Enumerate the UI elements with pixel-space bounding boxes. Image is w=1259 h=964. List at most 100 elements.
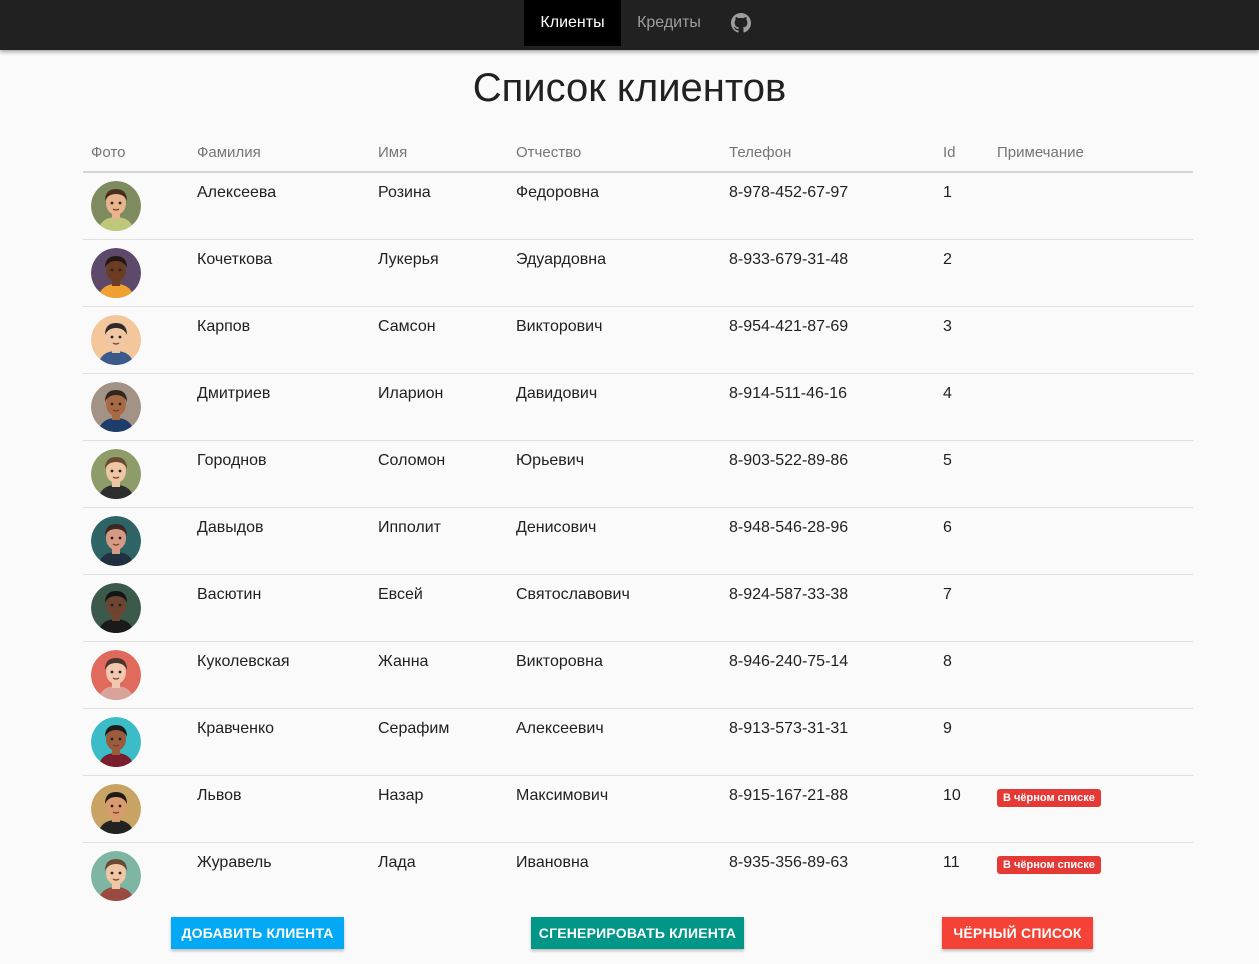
id-cell: 6 bbox=[935, 507, 989, 575]
first-name-cell: Лада bbox=[378, 853, 416, 871]
photo-cell bbox=[83, 373, 189, 441]
phone-cell: 8-933-679-31-48 bbox=[721, 239, 935, 307]
column-header-last-name[interactable]: Фамилия bbox=[189, 134, 370, 173]
middle-name-cell: Алексеевич bbox=[508, 708, 721, 776]
phone-cell: 8-903-522-89-86 bbox=[721, 440, 935, 508]
middle-name-cell: Денисович bbox=[508, 507, 721, 575]
add-client-button[interactable]: Добавить клиента bbox=[171, 917, 344, 949]
table-row[interactable]: Городнов Соломон Юрьевич 8-903-522-89-86 5 bbox=[83, 440, 1193, 508]
first-name-cell: Ипполит bbox=[370, 507, 508, 575]
generate-client-button[interactable]: Сгенерировать клиента bbox=[531, 917, 744, 949]
table-row[interactable]: Давыдов Ипполит Денисович 8-948-546-28-96 6 bbox=[83, 507, 1193, 575]
table-row[interactable]: Дмитриев Иларион Давидович 8-914-511-46-16 4 bbox=[83, 373, 1193, 441]
page-title: Список клиентов bbox=[472, 66, 787, 110]
photo-cell bbox=[83, 775, 189, 843]
last-name-cell: Алексеева bbox=[189, 172, 370, 240]
first-name-cell: Самсон bbox=[370, 306, 508, 374]
last-name-cell: Дмитриев bbox=[189, 373, 370, 441]
photo-cell bbox=[83, 574, 189, 642]
avatar bbox=[91, 515, 141, 566]
phone-cell: 8-954-421-87-69 bbox=[721, 306, 935, 374]
photo-cell bbox=[83, 507, 189, 575]
top-navbar: Клиенты Кредиты bbox=[0, 0, 1259, 50]
last-name-cell: Кочеткова bbox=[189, 239, 370, 307]
phone-cell: 8-946-240-75-14 bbox=[721, 641, 935, 709]
note-cell bbox=[989, 641, 1193, 709]
table-row[interactable]: Львов Назар Максимович 8-915-167-21-88 10 В ч… bbox=[83, 775, 1193, 843]
nav-clients-link[interactable]: Клиенты bbox=[524, 0, 621, 46]
avatar bbox=[91, 448, 141, 499]
id-cell: 2 bbox=[935, 239, 989, 307]
table-row[interactable]: Журавель Лада Ивановна 8-935-356-89-63 11 В ч… bbox=[83, 842, 1193, 909]
photo-cell bbox=[83, 239, 189, 307]
column-header-phone[interactable]: Телефон bbox=[721, 134, 935, 173]
phone-cell: 8-948-546-28-96 bbox=[721, 507, 935, 575]
phone-cell: 8-978-452-67-97 bbox=[721, 172, 935, 240]
last-name-cell: Васютин bbox=[189, 574, 370, 642]
avatar bbox=[91, 247, 141, 298]
middle-name-cell: Эдуардовна bbox=[508, 239, 721, 307]
clients-table: Фото Фамилия Имя Отчество Телефон Id При… bbox=[83, 134, 1193, 909]
first-name-cell: Назар bbox=[370, 775, 508, 843]
table-row[interactable]: Карпов Самсон Викторович 8-954-421-87-69 3 bbox=[83, 306, 1193, 374]
note-cell bbox=[989, 507, 1193, 575]
last-name-cell: Куколевская bbox=[189, 641, 370, 709]
photo-cell bbox=[83, 440, 189, 508]
table-header-row: Фото Фамилия Имя Отчество Телефон Id При… bbox=[83, 134, 1193, 173]
note-cell bbox=[989, 574, 1193, 642]
column-header-photo[interactable]: Фото bbox=[83, 134, 189, 173]
photo-cell bbox=[83, 306, 189, 374]
phone-cell: 8-914-511-46-16 bbox=[721, 373, 935, 441]
last-name-cell: Журавель bbox=[197, 853, 272, 871]
table-row[interactable]: Куколевская Жанна Викторовна 8-946-240-75-1… bbox=[83, 641, 1193, 709]
id-cell: 5 bbox=[935, 440, 989, 508]
column-header-note[interactable]: Примечание bbox=[989, 134, 1193, 173]
table-row[interactable]: Кочеткова Лукерья Эдуардовна 8-933-679-31-4… bbox=[83, 239, 1193, 307]
first-name-cell: Лукерья bbox=[370, 239, 508, 307]
avatar bbox=[91, 649, 141, 700]
id-cell: 8 bbox=[935, 641, 989, 709]
phone-cell: 8-915-167-21-88 bbox=[721, 775, 935, 843]
phone-cell: 8-935-356-89-63 bbox=[729, 853, 849, 871]
avatar bbox=[91, 314, 141, 365]
phone-cell: 8-924-587-33-38 bbox=[721, 574, 935, 642]
nav-credits-link[interactable]: Кредиты bbox=[621, 0, 717, 46]
phone-cell: 8-913-573-31-31 bbox=[721, 708, 935, 776]
id-cell: 11 bbox=[943, 853, 960, 871]
middle-name-cell: Святославович bbox=[508, 574, 721, 642]
column-header-first-name[interactable]: Имя bbox=[370, 134, 508, 173]
column-header-middle-name[interactable]: Отчество bbox=[508, 134, 721, 173]
blacklist-button[interactable]: Чёрный список bbox=[942, 917, 1093, 949]
id-cell: 9 bbox=[935, 708, 989, 776]
note-cell bbox=[989, 172, 1193, 240]
last-name-cell: Кравченко bbox=[189, 708, 370, 776]
avatar bbox=[91, 381, 141, 432]
github-icon[interactable] bbox=[722, 0, 760, 46]
last-name-cell: Львов bbox=[189, 775, 370, 843]
photo-cell bbox=[83, 172, 189, 240]
first-name-cell: Иларион bbox=[370, 373, 508, 441]
avatar bbox=[91, 850, 141, 901]
last-name-cell: Городнов bbox=[189, 440, 370, 508]
id-cell: 10 bbox=[935, 775, 989, 843]
first-name-cell: Розина bbox=[370, 172, 508, 240]
middle-name-cell: Викторовна bbox=[508, 641, 721, 709]
column-header-id[interactable]: Id bbox=[935, 134, 989, 173]
table-row[interactable]: Васютин Евсей Святославович 8-924-587-33-38… bbox=[83, 574, 1193, 642]
last-name-cell: Давыдов bbox=[189, 507, 370, 575]
middle-name-cell: Федоровна bbox=[508, 172, 721, 240]
photo-cell bbox=[83, 708, 189, 776]
photo-cell bbox=[83, 641, 189, 709]
avatar bbox=[91, 582, 141, 633]
table-row[interactable]: Кравченко Серафим Алексеевич 8-913-573-31-3… bbox=[83, 708, 1193, 776]
table-row[interactable]: Алексеева Розина Федоровна 8-978-452-67-97 1 bbox=[83, 172, 1193, 240]
middle-name-cell: Юрьевич bbox=[508, 440, 721, 508]
first-name-cell: Жанна bbox=[370, 641, 508, 709]
id-cell: 1 bbox=[935, 172, 989, 240]
avatar bbox=[91, 783, 141, 834]
middle-name-cell: Ивановна bbox=[516, 853, 589, 871]
id-cell: 7 bbox=[935, 574, 989, 642]
avatar bbox=[91, 181, 141, 231]
middle-name-cell: Давидович bbox=[508, 373, 721, 441]
blacklist-badge: В чёрном списке bbox=[997, 855, 1101, 874]
